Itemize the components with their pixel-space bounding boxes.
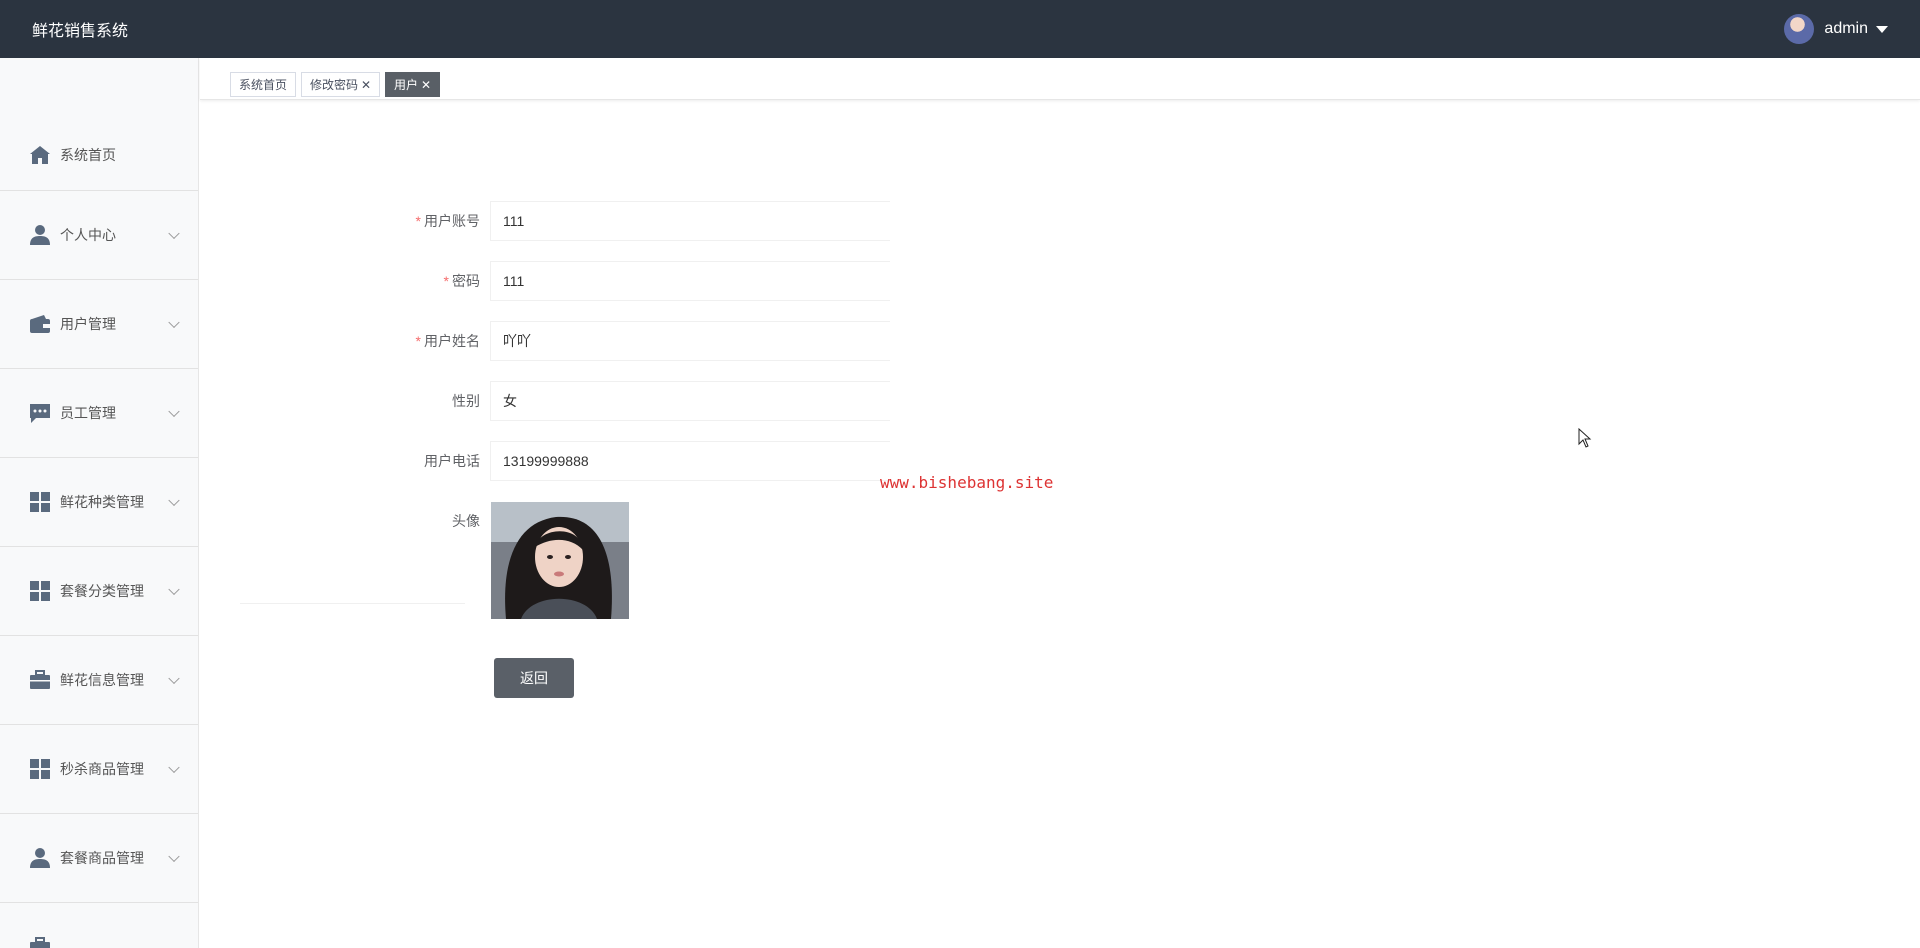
avatar-image [491, 502, 629, 619]
tab-label: 用户 [394, 78, 419, 92]
phone-field[interactable]: 13199999888 [490, 441, 890, 481]
tab-label: 修改密码 [310, 78, 359, 92]
briefcase-icon [28, 935, 52, 948]
tab-user[interactable]: 用户 ✕ [385, 72, 441, 97]
username[interactable]: admin [1824, 20, 1868, 38]
gender-field[interactable]: 女 [490, 381, 890, 421]
tab-label: 系统首页 [239, 78, 288, 92]
label-text: 用户账号 [424, 213, 480, 229]
sidebar-item-label: 套餐商品管理 [60, 850, 144, 866]
sidebar-item-package-goods[interactable]: 套餐商品管理 [0, 814, 198, 903]
required-mark: * [443, 273, 449, 289]
chevron-down-icon [168, 850, 180, 863]
sidebar-item-label: 用户管理 [60, 316, 116, 332]
sidebar: 系统首页 个人中心 用户管理 员工管理 鲜花种类管理 套餐分类管理 鲜花信息管理… [0, 58, 199, 948]
sidebar-item-label: 系统首页 [60, 147, 116, 163]
name-label: * 用户姓名 [280, 321, 480, 361]
wallet-icon [28, 312, 52, 336]
label-text: 密码 [452, 273, 480, 289]
watermark: www.bishebang.site [880, 473, 1054, 492]
chevron-down-icon [168, 761, 180, 774]
sidebar-item-label: 个人中心 [60, 227, 116, 243]
sidebar-item-flash-sale[interactable]: 秒杀商品管理 [0, 725, 198, 814]
chevron-down-icon [168, 227, 180, 240]
mouse-cursor-icon [1578, 427, 1592, 453]
user-avatar[interactable] [1784, 14, 1815, 44]
sidebar-item-staff-management[interactable]: 员工管理 [0, 369, 198, 458]
form-row-phone: 用户电话 13199999888 [200, 441, 900, 481]
sidebar-item-label: 鲜花信息管理 [60, 672, 144, 688]
briefcase-icon [28, 668, 52, 692]
top-bar: 鲜花销售系统 admin [0, 0, 1920, 58]
chevron-down-icon [168, 316, 180, 329]
form-row-name: * 用户姓名 吖吖 [200, 321, 900, 361]
chevron-down-icon [168, 672, 180, 685]
sidebar-item-more[interactable] [0, 903, 198, 948]
sidebar-item-home[interactable]: 系统首页 [0, 120, 198, 191]
sidebar-item-package-category[interactable]: 套餐分类管理 [0, 547, 198, 636]
tab-home[interactable]: 系统首页 [230, 72, 297, 97]
divider [240, 603, 465, 604]
tab-change-password[interactable]: 修改密码 ✕ [301, 72, 381, 97]
tabs-bar: 系统首页 修改密码 ✕ 用户 ✕ [200, 58, 1920, 100]
app-title: 鲜花销售系统 [32, 23, 129, 40]
sidebar-item-flower-category[interactable]: 鲜花种类管理 [0, 458, 198, 547]
chat-icon [28, 401, 52, 425]
sidebar-item-personal-center[interactable]: 个人中心 [0, 191, 198, 280]
grid-icon [28, 579, 52, 603]
close-icon[interactable]: ✕ [361, 78, 371, 92]
password-field[interactable]: 111 [490, 261, 890, 301]
sidebar-item-user-management[interactable]: 用户管理 [0, 280, 198, 369]
back-button[interactable]: 返回 [494, 658, 574, 698]
chevron-down-icon [168, 405, 180, 418]
user-menu[interactable]: admin [1784, 14, 1888, 44]
phone-label: 用户电话 [424, 453, 480, 469]
form-row-password: * 密码 111 [200, 261, 900, 301]
password-label: * 密码 [280, 261, 480, 301]
sidebar-item-label: 套餐分类管理 [60, 583, 144, 599]
sidebar-item-flower-info[interactable]: 鲜花信息管理 [0, 636, 198, 725]
chevron-down-icon [168, 583, 180, 596]
grid-icon [28, 757, 52, 781]
sidebar-item-label: 鲜花种类管理 [60, 494, 144, 510]
sidebar-item-label: 员工管理 [60, 405, 116, 421]
sidebar-item-label: 秒杀商品管理 [60, 761, 144, 777]
home-icon [28, 143, 52, 167]
required-mark: * [415, 213, 421, 229]
account-label: * 用户账号 [280, 201, 480, 241]
name-field[interactable]: 吖吖 [490, 321, 890, 361]
person-icon [28, 223, 52, 247]
caret-down-icon[interactable] [1876, 25, 1888, 33]
form-row-account: * 用户账号 111 [200, 201, 900, 241]
account-field[interactable]: 111 [490, 201, 890, 241]
required-mark: * [415, 333, 421, 349]
person-icon [28, 846, 52, 870]
close-icon[interactable]: ✕ [421, 78, 431, 92]
label-text: 用户姓名 [424, 333, 480, 349]
form-row-gender: 性别 女 [200, 381, 900, 421]
chevron-down-icon [168, 494, 180, 507]
grid-icon [28, 490, 52, 514]
avatar-label: 头像 [452, 513, 480, 529]
gender-label: 性别 [452, 393, 480, 409]
